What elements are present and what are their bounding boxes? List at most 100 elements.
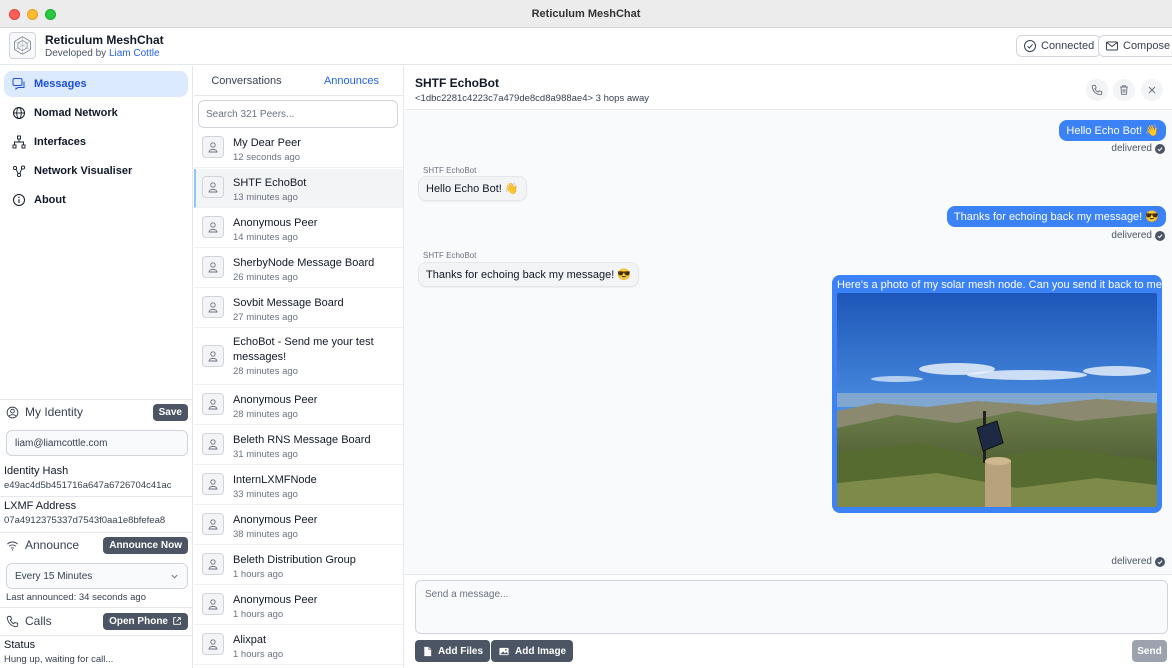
announce-header: Announce Announce Now [6, 535, 188, 555]
developed-by-label: Developed by [45, 48, 107, 59]
wifi-icon [7, 541, 18, 550]
avatar [202, 176, 224, 198]
list-item[interactable]: InternLXMFNode 33 minutes ago [194, 466, 403, 505]
user-icon [208, 262, 218, 273]
app-logo-icon [9, 32, 36, 59]
divider [0, 496, 193, 497]
peer-name: Anonymous Peer [233, 394, 318, 406]
peer-name: Anonymous Peer [233, 594, 318, 606]
connected-label: Connected [1041, 40, 1095, 52]
last-announced-text: Last announced: 34 seconds ago [6, 592, 146, 603]
avatar [202, 393, 224, 415]
user-icon [208, 599, 218, 610]
app-header: Reticulum MeshChat Developed by Liam Cot… [0, 29, 1172, 65]
window-controls [9, 9, 56, 20]
peer-time: 1 hours ago [233, 649, 284, 660]
sidebar-item-interfaces[interactable]: Interfaces [4, 129, 188, 155]
app-developer-line: Developed by Liam Cottle [45, 48, 160, 59]
user-circle-icon [6, 406, 19, 418]
window-close-button[interactable] [9, 9, 20, 20]
peers-panel: Conversations Announces Search 321 Peers… [194, 66, 404, 668]
app-name: Reticulum MeshChat [45, 33, 164, 47]
call-status-label: Status [4, 639, 36, 651]
list-item[interactable]: EchoBot - Send me your test messages! 28 … [194, 329, 403, 385]
divider [0, 399, 193, 400]
delivered-label: delivered [1111, 556, 1152, 567]
peer-name: Anonymous Peer [233, 217, 318, 229]
peers-tabs: Conversations Announces [194, 66, 403, 96]
peer-time: 31 minutes ago [233, 449, 298, 460]
announce-now-button[interactable]: Announce Now [103, 536, 188, 554]
avatar [202, 256, 224, 278]
open-phone-button[interactable]: Open Phone [103, 612, 188, 630]
compose-label: Compose [1123, 40, 1171, 52]
phone-icon [6, 615, 19, 627]
list-item[interactable]: Anonymous Peer 14 minutes ago [194, 209, 403, 248]
connected-button[interactable]: Connected [1016, 35, 1102, 57]
list-item[interactable]: Anonymous Peer 1 hours ago [194, 586, 403, 625]
send-button[interactable]: Send [1132, 640, 1167, 662]
image-icon [499, 647, 509, 655]
list-item[interactable]: Alixpat 1 hours ago [194, 626, 403, 665]
message-input[interactable]: Send a message... [415, 580, 1168, 634]
list-item[interactable]: Anonymous Peer 28 minutes ago [194, 386, 403, 425]
sidebar-item-nomad-network[interactable]: Nomad Network [4, 100, 188, 126]
tab-conversations[interactable]: Conversations [194, 66, 299, 96]
list-item[interactable]: SHTF EchoBot 13 minutes ago [194, 169, 403, 208]
network-nodes-icon [12, 135, 26, 149]
close-icon [1148, 86, 1156, 94]
avatar [202, 473, 224, 495]
incoming-message: Hello Echo Bot! 👋 [418, 176, 527, 201]
display-name-input[interactable]: liam@liamcottle.com [6, 430, 188, 456]
sidebar-item-label: Interfaces [34, 136, 86, 148]
peer-time: 1 hours ago [233, 569, 284, 580]
message-sender: SHTF EchoBot [423, 251, 477, 260]
add-image-button[interactable]: Add Image [491, 640, 574, 662]
avatar [202, 345, 224, 367]
list-item[interactable]: Sovbit Message Board 27 minutes ago [194, 289, 403, 328]
outgoing-photo-message: Here's a photo of my solar mesh node. Ca… [832, 275, 1169, 513]
list-item[interactable]: SherbyNode Message Board 26 minutes ago [194, 249, 403, 288]
peer-time: 14 minutes ago [233, 232, 298, 243]
save-identity-button[interactable]: Save [152, 403, 188, 421]
window-title: Reticulum MeshChat [531, 7, 641, 20]
peer-time: 26 minutes ago [233, 272, 298, 283]
peer-time: 38 minutes ago [233, 529, 298, 540]
sidebar-item-about[interactable]: About [4, 187, 188, 213]
outgoing-message: Hello Echo Bot! 👋 [1059, 120, 1166, 141]
user-icon [208, 302, 218, 313]
sidebar-item-network-visualiser[interactable]: Network Visualiser [4, 158, 188, 184]
identity-heading: My Identity [6, 405, 83, 419]
chat-peer-info: <1dbc2281c4223c7a479de8cd8a988ae4> 3 hop… [415, 93, 650, 104]
list-item[interactable]: Anonymous Peer 38 minutes ago [194, 506, 403, 545]
message-composer: Send a message... Add Files Add Image Se… [405, 574, 1172, 668]
user-icon [208, 439, 218, 450]
tab-announces[interactable]: Announces [299, 66, 403, 96]
compose-button[interactable]: Compose [1098, 35, 1172, 57]
peer-search-input[interactable]: Search 321 Peers... [198, 100, 398, 128]
sidebar-item-messages[interactable]: Messages [4, 71, 188, 97]
window-minimize-button[interactable] [27, 9, 38, 20]
window-maximize-button[interactable] [45, 9, 56, 20]
delete-conversation-button[interactable] [1113, 79, 1135, 101]
list-item[interactable]: My Dear Peer 12 seconds ago [194, 130, 403, 168]
announce-heading: Announce [6, 538, 79, 552]
delivered-label: delivered [1111, 143, 1152, 154]
chat-peer-name: SHTF EchoBot [415, 76, 499, 90]
sidebar-item-label: Network Visualiser [34, 165, 133, 177]
add-files-button[interactable]: Add Files [415, 640, 491, 662]
close-chat-button[interactable] [1141, 79, 1163, 101]
trash-icon [1120, 85, 1128, 95]
peer-time: 28 minutes ago [233, 366, 298, 377]
message-status: delivered [1111, 143, 1165, 154]
peer-time: 13 minutes ago [233, 192, 298, 203]
list-item[interactable]: Beleth RNS Message Board 31 minutes ago [194, 426, 403, 465]
external-link-icon [173, 617, 181, 625]
attached-photo[interactable] [837, 293, 1157, 507]
call-button[interactable] [1086, 79, 1108, 101]
announce-interval-select[interactable]: Every 15 Minutes [6, 563, 188, 589]
photo-caption: Here's a photo of my solar mesh node. Ca… [837, 279, 1169, 291]
developer-link[interactable]: Liam Cottle [109, 48, 160, 59]
user-icon [208, 479, 218, 490]
list-item[interactable]: Beleth Distribution Group 1 hours ago [194, 546, 403, 585]
